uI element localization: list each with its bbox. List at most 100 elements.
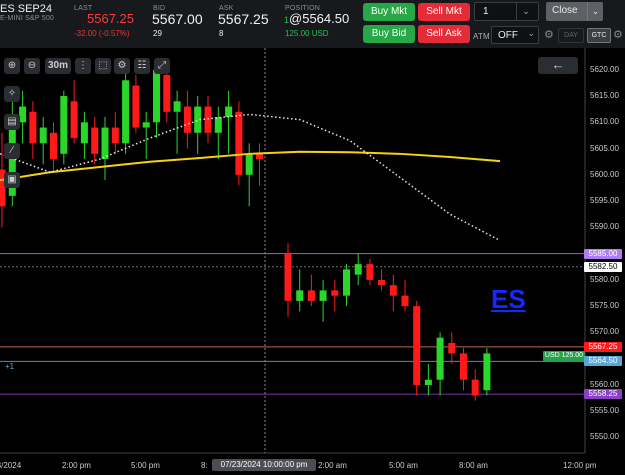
candle-body xyxy=(354,264,362,275)
candle-body xyxy=(142,122,150,128)
candle-body xyxy=(436,337,444,380)
quote-header: ES SEP24 E-MINI S&P 500 LAST 5567.25 -32… xyxy=(0,0,625,48)
candle-body xyxy=(296,290,304,301)
sell-market-button[interactable]: Sell Mkt xyxy=(418,3,470,21)
position-display: 1@5564.50 xyxy=(284,11,349,26)
price-tick-label: 5600.00 xyxy=(590,169,619,179)
candle-body xyxy=(235,111,243,175)
timeframe-selector[interactable]: 30m xyxy=(45,58,71,74)
price-change: -32.00 (-0.57%) xyxy=(74,29,130,38)
candle-body xyxy=(80,122,88,144)
candle-body xyxy=(331,290,339,296)
candle-body xyxy=(366,264,374,280)
time-tick-label: 2:00 am xyxy=(318,461,347,470)
candle-body xyxy=(319,290,327,301)
time-tick-label: 12:00 pm xyxy=(563,461,597,470)
quantity-value: 1 xyxy=(483,6,489,17)
atm-label: ATM xyxy=(473,32,490,41)
candle-body xyxy=(424,379,432,385)
candle-body xyxy=(401,295,409,307)
price-level-label: 5585.00 xyxy=(584,248,622,259)
candle-body xyxy=(39,127,47,144)
settings-icon[interactable]: ⚙ xyxy=(114,58,130,74)
close-position-button[interactable]: Close ⌄ xyxy=(546,2,603,21)
day-toggle[interactable]: DAY xyxy=(558,28,584,43)
time-tick-label: 5:00 pm xyxy=(131,461,160,470)
sell-ask-button[interactable]: Sell Ask xyxy=(418,25,470,43)
candle-body xyxy=(471,379,479,396)
indicators-icon[interactable]: ⋮ xyxy=(75,58,91,74)
select-region-icon[interactable]: ⬚ xyxy=(95,58,111,74)
price-tick-label: 5605.00 xyxy=(590,143,619,153)
candle-body xyxy=(173,101,181,112)
candle-body xyxy=(245,153,253,175)
candle-body xyxy=(284,253,292,301)
gtc-toggle[interactable]: GTC xyxy=(587,28,611,43)
instrument-symbol[interactable]: ES SEP24 xyxy=(0,3,52,15)
price-tick-label: 5620.00 xyxy=(590,64,619,74)
lock-icon[interactable]: ▣ xyxy=(4,172,20,188)
candle-body xyxy=(256,153,263,160)
quantity-select[interactable]: 1 ⌄ xyxy=(474,2,539,21)
candle-body xyxy=(29,111,37,144)
candle-body xyxy=(50,132,57,160)
time-tick-label: /23/2024 xyxy=(0,461,22,470)
candle-body xyxy=(214,117,222,133)
gear-icon[interactable]: ⚙ xyxy=(613,28,623,41)
price-level-label: 5558.25 xyxy=(584,389,622,400)
price-tick-label: 5555.00 xyxy=(590,406,619,416)
zoom-out-icon[interactable]: ⊖ xyxy=(24,58,40,74)
price-tick-label: 5570.00 xyxy=(590,327,619,337)
crosshair-icon[interactable]: ✧ xyxy=(4,86,20,102)
candle-body xyxy=(460,353,467,380)
position-price: @5564.50 xyxy=(289,11,350,26)
zoom-in-icon[interactable]: ⊕ xyxy=(4,58,20,74)
candle-body xyxy=(70,101,78,139)
time-tick-label: 8:00 am xyxy=(459,461,488,470)
buy-market-button[interactable]: Buy Mkt xyxy=(363,3,415,21)
candle-body xyxy=(153,69,160,123)
instrument-description: E-MINI S&P 500 xyxy=(0,15,55,22)
candle-body xyxy=(183,106,191,133)
notes-icon[interactable]: ▤ xyxy=(4,114,20,130)
position-pnl: 125.00 USD xyxy=(285,29,329,38)
chevron-down-icon[interactable]: ⌄ xyxy=(527,28,535,39)
bid-size: 29 xyxy=(153,29,162,38)
candle-body xyxy=(378,279,386,286)
template-icon[interactable]: ☷ xyxy=(134,58,150,74)
candle-body xyxy=(163,75,171,112)
chevron-down-icon[interactable]: ⌄ xyxy=(516,3,535,20)
price-tick-label: 5610.00 xyxy=(590,117,619,127)
candle-body xyxy=(389,285,397,296)
buy-bid-button[interactable]: Buy Bid xyxy=(363,25,415,43)
candle-body xyxy=(413,306,421,385)
gear-icon[interactable]: ⚙ xyxy=(544,28,554,41)
candle-body xyxy=(307,290,315,301)
candle-body xyxy=(60,96,68,154)
position-price-label: 5564.50 xyxy=(584,356,622,367)
ask-size: 8 xyxy=(219,29,224,38)
draw-line-icon[interactable]: ∕ xyxy=(4,143,20,159)
candle-body xyxy=(111,127,119,144)
candle-body xyxy=(19,106,27,123)
chart-canvas[interactable] xyxy=(0,48,625,475)
last-price: 5567.25 xyxy=(87,11,134,26)
candle-body xyxy=(204,106,212,133)
ask-price: 5567.25 xyxy=(218,11,269,27)
candle-body xyxy=(483,353,491,391)
symbol-watermark: ES xyxy=(491,284,526,314)
chevron-down-icon[interactable]: ⌄ xyxy=(587,2,603,21)
price-tick-label: 5560.00 xyxy=(590,379,619,389)
candle-body xyxy=(225,106,233,118)
candle-body xyxy=(448,342,456,354)
price-chart[interactable]: ⊕ ⊖ 30m ⋮ ⬚ ⚙ ☷ ⤢ ← ✧ ▤ ∕ ▣ ES +1 USD 12… xyxy=(0,48,625,475)
price-tick-label: 5595.00 xyxy=(590,196,619,206)
last-price-label: 5567.25 xyxy=(584,341,622,352)
price-tick-label: 5550.00 xyxy=(590,432,619,442)
price-tick-label: 5615.00 xyxy=(590,91,619,101)
fullscreen-icon[interactable]: ⤢ xyxy=(154,58,170,74)
scroll-to-latest-button[interactable]: ← xyxy=(538,57,578,74)
bid-price: 5567.00 xyxy=(152,11,203,27)
atm-select[interactable]: OFF ⌄ xyxy=(491,26,539,44)
time-tick-label: 2:00 pm xyxy=(62,461,91,470)
